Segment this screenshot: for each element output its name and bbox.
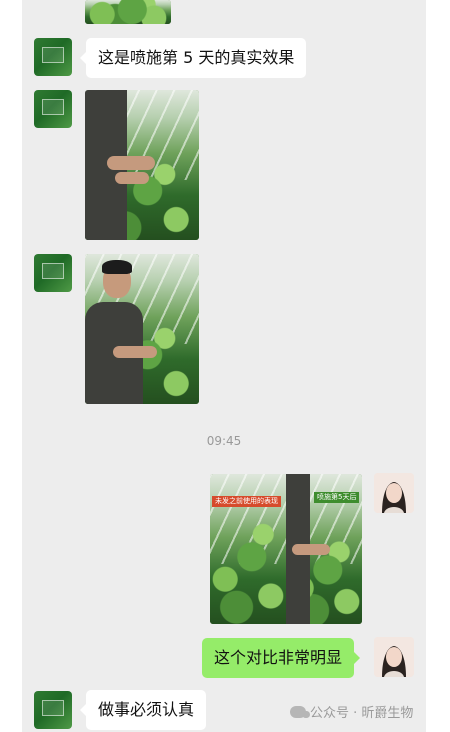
- cropped-photo-top[interactable]: [85, 0, 171, 24]
- wechat-icon: [290, 705, 310, 718]
- sender-avatar[interactable]: [34, 691, 72, 729]
- sender-avatar[interactable]: [34, 38, 72, 76]
- sender-avatar[interactable]: [34, 90, 72, 128]
- chat-window: 这是喷施第 5 天的真实效果 09:45 未发之前使用的表现 喷施第5天后 这个…: [22, 0, 426, 732]
- photo-message[interactable]: [85, 254, 199, 404]
- comparison-label-left: 未发之前使用的表现: [212, 496, 281, 507]
- message-text: 这是喷施第 5 天的真实效果: [98, 48, 295, 67]
- watermark-text: 公众号 · 昕爵生物: [310, 706, 414, 721]
- watermark: 公众号 · 昕爵生物: [290, 702, 413, 721]
- self-avatar[interactable]: [374, 473, 414, 513]
- message-bubble-outgoing[interactable]: 这个对比非常明显: [202, 638, 361, 678]
- message-text: 这个对比非常明显: [214, 648, 343, 667]
- message-text: 做事必须认真: [98, 700, 195, 719]
- comparison-photo[interactable]: 未发之前使用的表现 喷施第5天后: [210, 474, 362, 624]
- comparison-label-right: 喷施第5天后: [314, 492, 360, 503]
- message-bubble[interactable]: 做事必须认真: [79, 690, 207, 730]
- self-avatar[interactable]: [374, 637, 414, 677]
- sender-avatar[interactable]: [34, 254, 72, 292]
- message-bubble[interactable]: 这是喷施第 5 天的真实效果: [79, 38, 307, 78]
- timestamp: 09:45: [206, 434, 242, 448]
- photo-message[interactable]: [85, 90, 199, 240]
